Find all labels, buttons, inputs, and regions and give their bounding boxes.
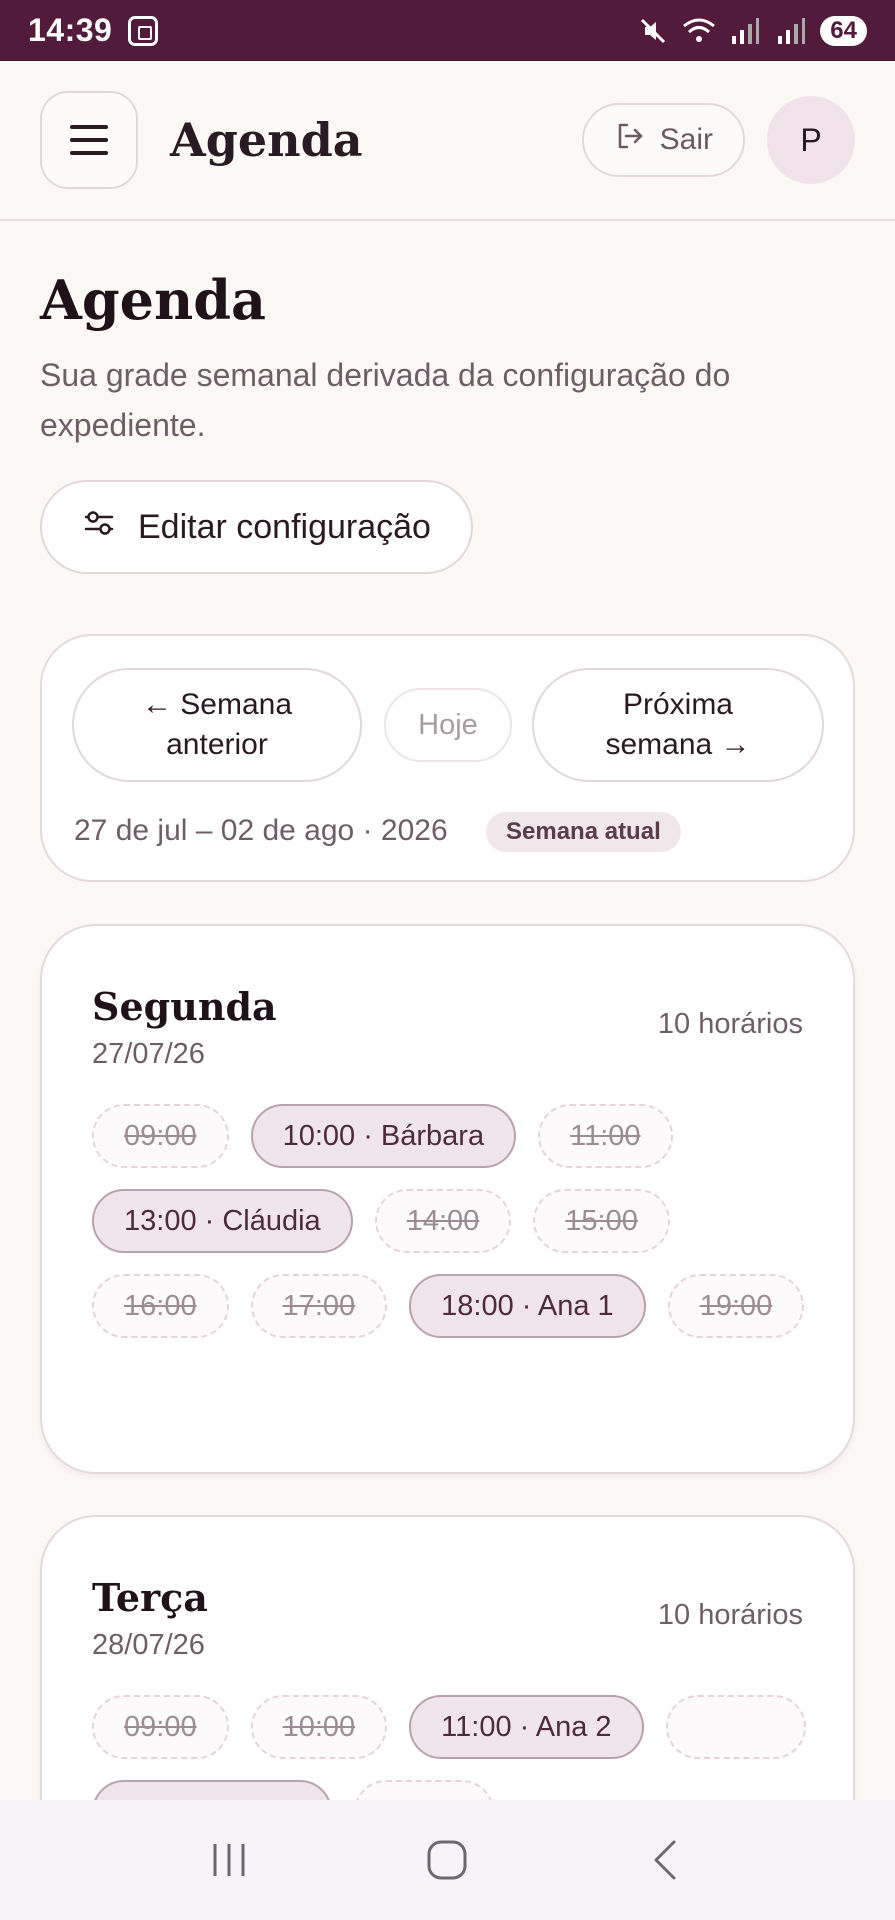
day-slot-count: 10 horários <box>657 1599 803 1631</box>
recent-apps-button[interactable] <box>199 1830 259 1890</box>
edit-config-label: Editar configuração <box>138 507 431 546</box>
menu-icon <box>70 125 108 129</box>
edit-config-button[interactable]: Editar configuração <box>40 480 473 574</box>
current-week-badge: Semana atual <box>486 812 681 852</box>
recent-apps-icon <box>213 1844 245 1876</box>
next-week-label-1: Próxima <box>622 688 733 721</box>
day-date: 27/07/26 <box>92 1038 205 1070</box>
back-button[interactable] <box>636 1830 696 1890</box>
slot-free[interactable]: 09:00 <box>92 1104 229 1168</box>
mute-icon <box>636 14 670 48</box>
slot-booked[interactable]: 13:00 · Cláudia <box>92 1189 353 1253</box>
slot-free[interactable]: 10:00 <box>250 1695 388 1759</box>
back-icon <box>654 1840 676 1880</box>
slot-free[interactable]: 14:00 <box>374 1189 512 1253</box>
logout-icon <box>614 120 646 160</box>
today-button[interactable]: Hoje <box>384 688 512 762</box>
status-bar: 14:39 64 <box>0 0 895 61</box>
slot-free[interactable]: 15:00 <box>533 1189 670 1253</box>
week-nav-card: ← Semana anterior Hoje Próxima semana → … <box>40 634 855 882</box>
next-week-button[interactable]: Próxima semana → <box>532 668 824 782</box>
logout-button[interactable]: Sair <box>581 103 745 177</box>
header-title: Agenda <box>170 113 363 167</box>
avatar[interactable]: P <box>767 96 855 184</box>
home-button[interactable] <box>417 1830 477 1890</box>
home-icon <box>427 1840 467 1880</box>
slot-free[interactable]: 19:00 <box>667 1274 805 1338</box>
slot-free[interactable]: 11:00 <box>538 1104 673 1168</box>
day-card-monday: Segunda 27/07/26 10 horários 09:00 10:00… <box>40 924 855 1474</box>
page-subtitle: Sua grade semanal derivada da configuraç… <box>40 357 731 443</box>
slot-booked[interactable]: 11:00 · Ana 2 <box>409 1695 644 1759</box>
page-title: Agenda <box>40 268 267 332</box>
battery-icon: 64 <box>820 15 867 46</box>
signal-2-icon <box>774 14 808 48</box>
slot-list: 09:00 10:00 · Bárbara 11:00 13:00 · Cláu… <box>92 1104 812 1338</box>
slot-free[interactable] <box>665 1695 806 1759</box>
prev-week-button[interactable]: ← Semana anterior <box>72 668 362 782</box>
app-header: Agenda Sair P <box>0 61 895 221</box>
week-range: 27 de jul – 02 de ago · 2026 <box>74 814 448 847</box>
prev-week-label-2: anterior <box>166 728 268 761</box>
status-icons: 64 <box>636 14 867 48</box>
day-name: Terça <box>92 1575 208 1620</box>
day-slot-count: 10 horários <box>657 1008 803 1040</box>
signal-icon <box>728 14 762 48</box>
logout-label: Sair <box>659 123 713 156</box>
next-week-label-2: semana → <box>605 728 751 761</box>
status-time: 14:39 <box>28 12 113 48</box>
slot-booked[interactable]: 18:00 · Ana 1 <box>409 1274 646 1338</box>
wifi-icon <box>682 14 716 48</box>
slot-free[interactable]: 09:00 <box>92 1695 229 1759</box>
system-nav-bar <box>0 1800 895 1920</box>
menu-button[interactable] <box>40 91 138 189</box>
day-name: Segunda <box>92 984 277 1029</box>
day-date: 28/07/26 <box>92 1629 205 1661</box>
prev-week-label-1: ← Semana <box>141 688 293 721</box>
screenshot-icon <box>128 15 159 46</box>
slot-free[interactable]: 16:00 <box>92 1274 229 1338</box>
slot-free[interactable]: 17:00 <box>250 1274 388 1338</box>
slot-booked[interactable]: 10:00 · Bárbara <box>250 1104 517 1168</box>
sliders-icon <box>82 506 116 549</box>
